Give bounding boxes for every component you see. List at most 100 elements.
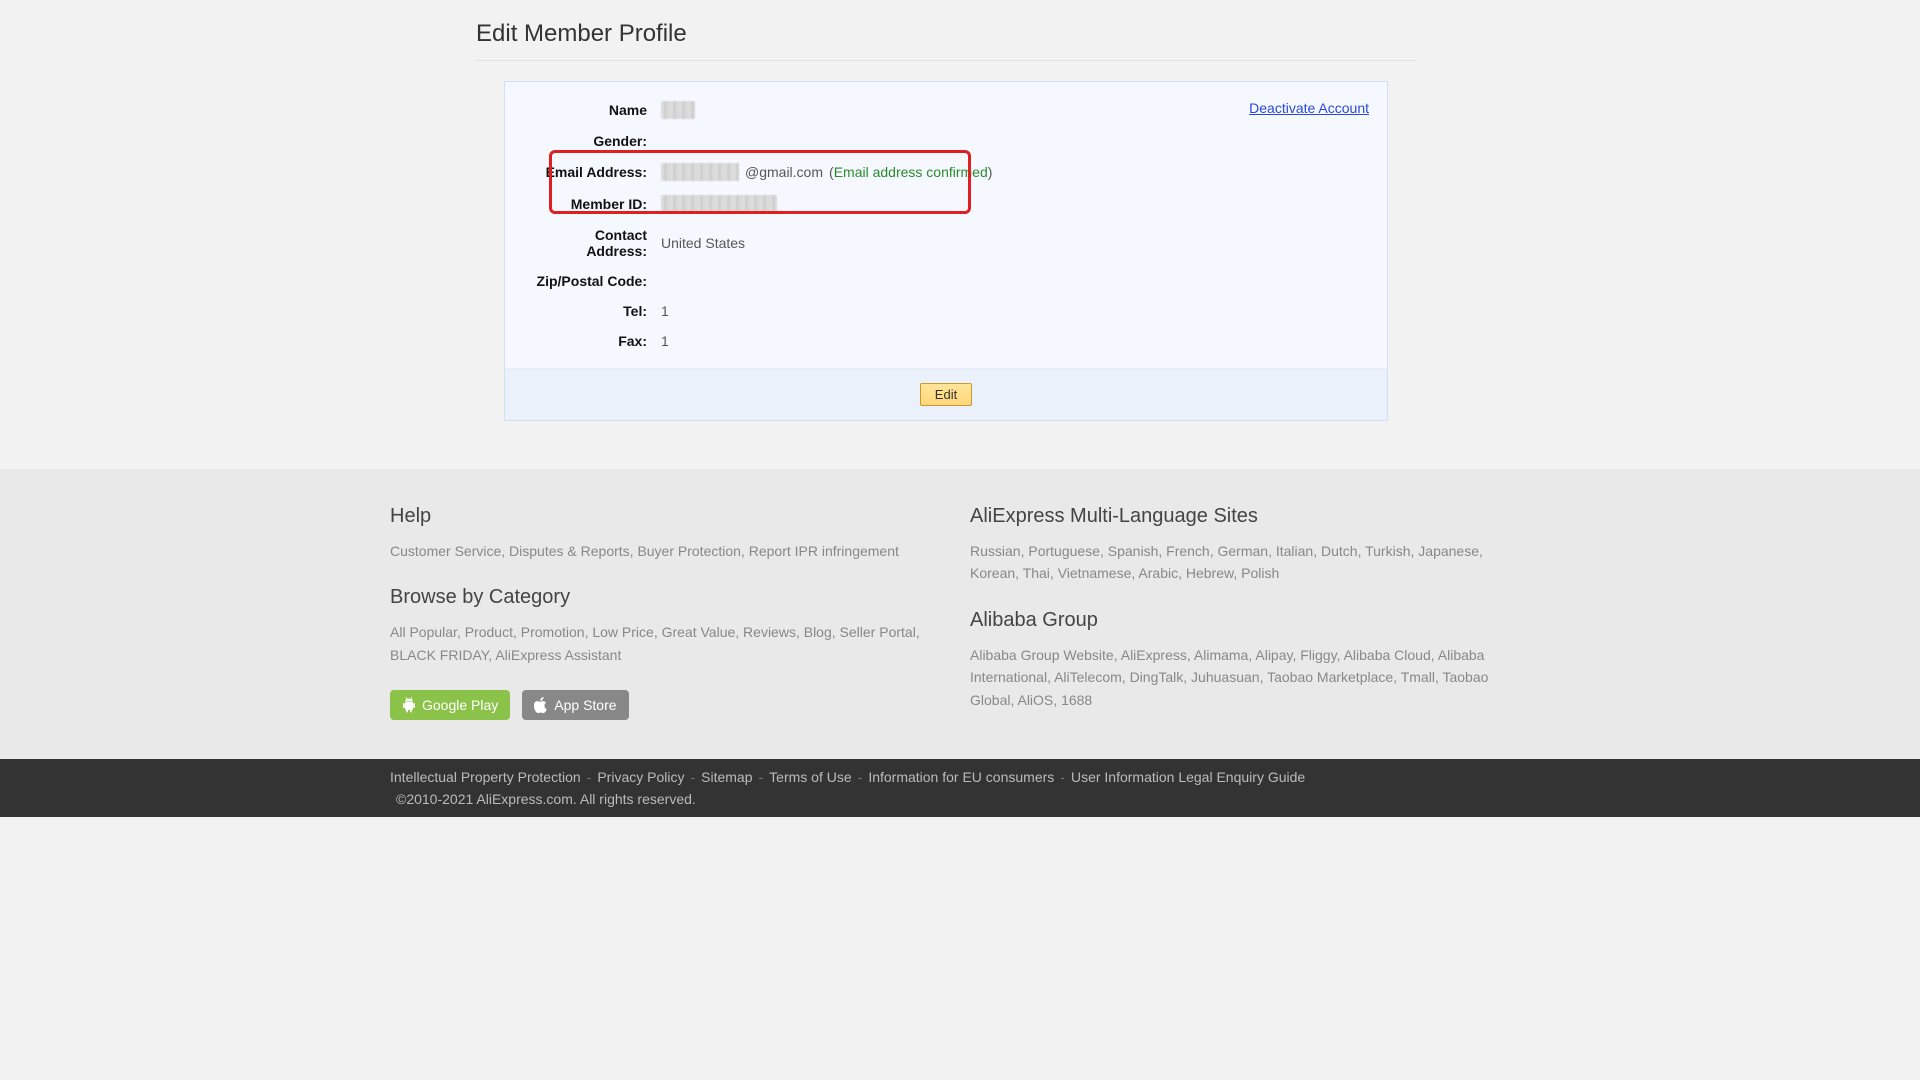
footer-link[interactable]: Tmall (1401, 669, 1435, 685)
copyright-text: ©2010-2021 AliExpress.com. All rights re… (396, 791, 696, 807)
footer-link[interactable]: Juhuasuan (1191, 669, 1260, 685)
footer-link[interactable]: Japanese (1418, 543, 1479, 559)
row-fax: Fax: 1 (533, 326, 1359, 356)
footer-link[interactable]: Disputes & Reports (509, 543, 630, 559)
row-gender: Gender: (533, 126, 1359, 156)
label-email: Email Address: (533, 164, 653, 180)
footer-link[interactable]: Hebrew (1186, 565, 1233, 581)
value-tel: 1 (653, 303, 669, 319)
apple-icon (534, 697, 548, 713)
footer-link[interactable]: Polish (1241, 565, 1279, 581)
footer-link[interactable]: Thai (1023, 565, 1050, 581)
footer-link[interactable]: Fliggy (1300, 647, 1336, 663)
app-store-label: App Store (554, 697, 616, 713)
footer-link[interactable]: Alimama (1194, 647, 1248, 663)
footer-links-help: Customer Service, Disputes & Reports, Bu… (390, 540, 950, 562)
google-play-label: Google Play (422, 697, 498, 713)
footer-link[interactable]: Reviews (743, 624, 796, 640)
footer-link[interactable]: Dutch (1321, 543, 1358, 559)
label-member-id: Member ID: (533, 196, 653, 212)
footer-link[interactable]: Report IPR infringement (749, 543, 899, 559)
card-footer: Edit (505, 368, 1387, 420)
row-name: Name (533, 94, 1359, 126)
footer-link[interactable]: Spanish (1108, 543, 1159, 559)
separator: - (759, 769, 764, 785)
deactivate-account-link[interactable]: Deactivate Account (1249, 100, 1369, 116)
footer-link[interactable]: 1688 (1061, 692, 1092, 708)
footer-link[interactable]: AliExpress (1121, 647, 1187, 663)
separator: - (587, 769, 592, 785)
app-store-button[interactable]: App Store (522, 690, 628, 720)
legal-link[interactable]: Privacy Policy (597, 769, 684, 785)
row-zip: Zip/Postal Code: (533, 266, 1359, 296)
value-name (653, 101, 695, 119)
label-name: Name (533, 102, 653, 118)
value-email: @gmail.com (Email address confirmed) (653, 163, 992, 181)
profile-card: Deactivate Account Name Gender: Email Ad… (504, 81, 1388, 421)
footer-link[interactable]: Alipay (1255, 647, 1292, 663)
footer-link[interactable]: Turkish (1365, 543, 1410, 559)
redacted-email-user (661, 163, 739, 181)
separator: - (858, 769, 863, 785)
footer-link[interactable]: Korean (970, 565, 1015, 581)
footer-link[interactable]: German (1218, 543, 1269, 559)
redacted-member-id (661, 195, 777, 213)
redacted-name (661, 101, 695, 119)
label-zip: Zip/Postal Code: (533, 273, 653, 289)
footer-link[interactable]: Product (465, 624, 513, 640)
legal-link[interactable]: Information for EU consumers (868, 769, 1054, 785)
footer-link[interactable]: Customer Service (390, 543, 501, 559)
footer-link[interactable]: Alibaba Group Website (970, 647, 1114, 663)
footer-link[interactable]: Great Value (662, 624, 736, 640)
paren-close: ) (988, 164, 993, 180)
footer-heading-alibaba: Alibaba Group (970, 609, 1530, 632)
footer-links-alibaba: Alibaba Group Website, AliExpress, Alima… (970, 644, 1530, 711)
legal-link[interactable]: User Information Legal Enquiry Guide (1071, 769, 1305, 785)
footer-link[interactable]: Alibaba Cloud (1344, 647, 1431, 663)
footer-links-multilang: Russian, Portuguese, Spanish, French, Ge… (970, 540, 1530, 585)
google-play-button[interactable]: Google Play (390, 690, 510, 720)
footer-link[interactable]: Italian (1276, 543, 1313, 559)
footer-link[interactable]: AliTelecom (1054, 669, 1122, 685)
row-email: Email Address: @gmail.com (Email address… (533, 156, 1359, 188)
bottom-legal-bar: Intellectual Property Protection - Priva… (0, 759, 1920, 817)
separator: - (1060, 769, 1065, 785)
value-fax: 1 (653, 333, 669, 349)
label-gender: Gender: (533, 133, 653, 149)
email-domain: @gmail.com (745, 164, 823, 180)
footer-link[interactable]: Arabic (1138, 565, 1178, 581)
footer-link[interactable]: Blog (804, 624, 832, 640)
legal-link[interactable]: Intellectual Property Protection (390, 769, 581, 785)
footer-link[interactable]: French (1166, 543, 1210, 559)
value-contact-address: United States (653, 235, 745, 251)
footer-link[interactable]: Russian (970, 543, 1021, 559)
footer-link[interactable]: Seller Portal (840, 624, 916, 640)
footer-link[interactable]: BLACK FRIDAY (390, 647, 488, 663)
footer-link[interactable]: Portuguese (1028, 543, 1100, 559)
footer: Help Customer Service, Disputes & Report… (0, 469, 1920, 759)
legal-link[interactable]: Terms of Use (769, 769, 851, 785)
row-member-id: Member ID: (533, 188, 1359, 220)
android-icon (402, 697, 416, 713)
footer-link[interactable]: All Popular (390, 624, 457, 640)
edit-button[interactable]: Edit (920, 383, 972, 406)
footer-link[interactable]: AliOS (1017, 692, 1053, 708)
legal-link[interactable]: Sitemap (701, 769, 752, 785)
footer-heading-browse: Browse by Category (390, 586, 950, 609)
footer-link[interactable]: Vietnamese (1058, 565, 1132, 581)
row-tel: Tel: 1 (533, 296, 1359, 326)
footer-link[interactable]: Promotion (521, 624, 585, 640)
page-title: Edit Member Profile (476, 0, 1416, 61)
footer-link[interactable]: Low Price (592, 624, 653, 640)
footer-link[interactable]: Buyer Protection (637, 543, 741, 559)
email-confirmed-text: Email address confirmed (834, 164, 988, 180)
label-contact-address: Contact Address: (533, 227, 653, 259)
label-tel: Tel: (533, 303, 653, 319)
row-contact-address: Contact Address: United States (533, 220, 1359, 266)
footer-link[interactable]: Taobao Marketplace (1267, 669, 1393, 685)
footer-link[interactable]: AliExpress Assistant (495, 647, 621, 663)
value-member-id (653, 195, 777, 213)
footer-link[interactable]: DingTalk (1130, 669, 1184, 685)
footer-heading-help: Help (390, 505, 950, 528)
label-fax: Fax: (533, 333, 653, 349)
